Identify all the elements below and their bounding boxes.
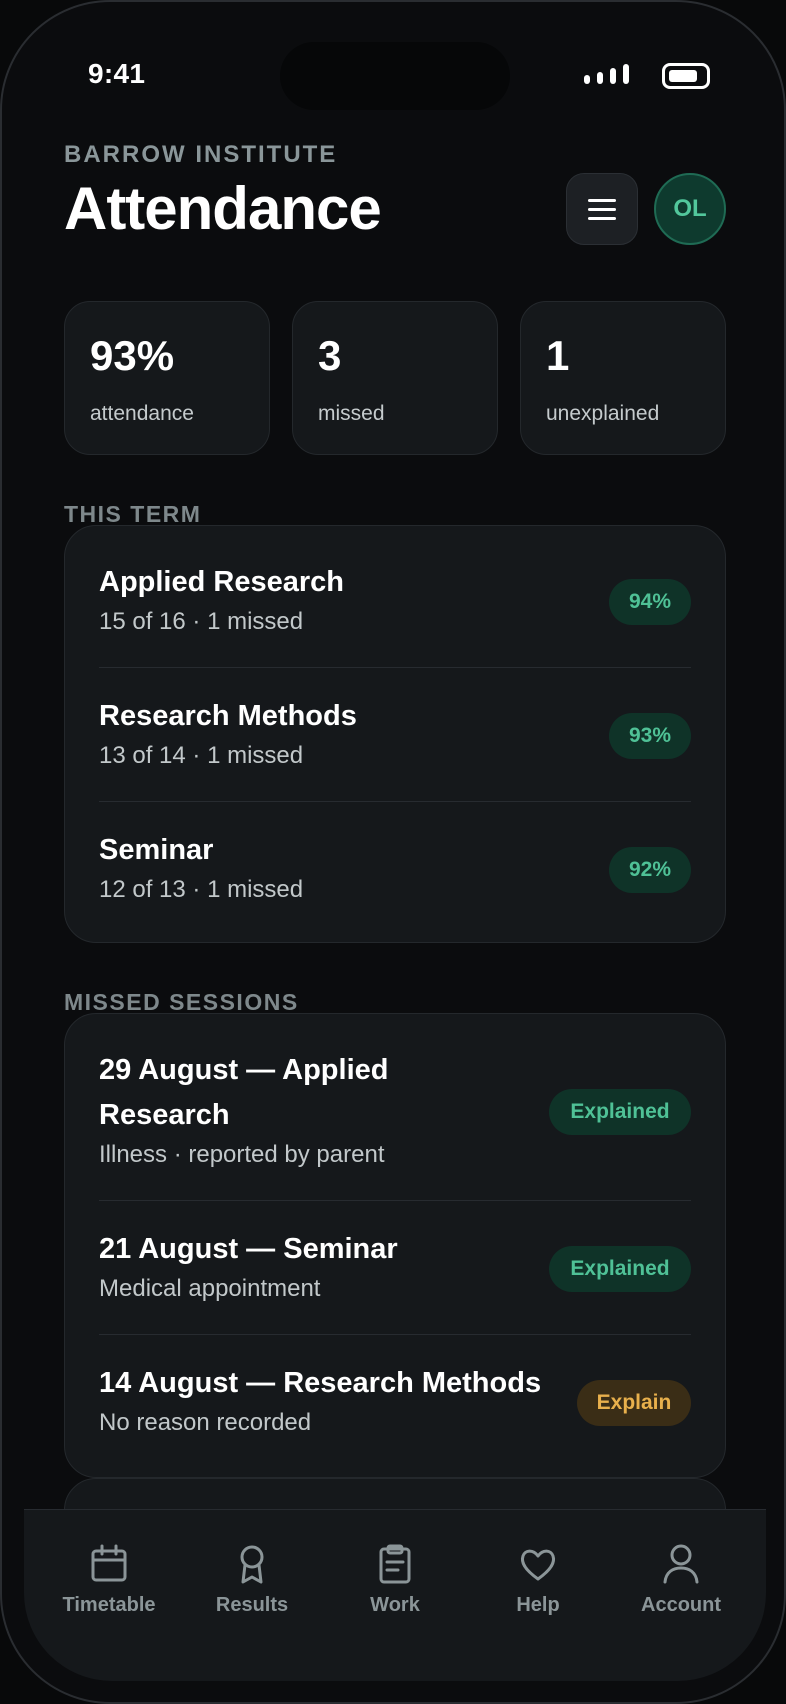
missed-sessions-card: 29 August — Applied Research Illness · r…: [64, 1013, 726, 1478]
stat-label: attendance: [90, 402, 194, 425]
course-name: Research Methods: [99, 700, 357, 732]
explain-button[interactable]: Explain: [577, 1380, 691, 1426]
phone-screen: 9:41 BARROW INSTITUTE Attendance OL 93% …: [0, 0, 786, 1704]
calendar-icon: [91, 1544, 127, 1582]
tab-results[interactable]: Results: [181, 1542, 323, 1617]
heart-icon: [520, 1549, 556, 1581]
missed-row-applied-research[interactable]: 29 August — Applied Research Illness · r…: [99, 1048, 525, 1172]
this-term-card: Applied Research 15 of 16 · 1 missed 94%…: [64, 525, 726, 943]
dynamic-island: [280, 42, 510, 110]
menu-button[interactable]: [566, 173, 638, 245]
tab-label: Account: [641, 1594, 721, 1616]
course-detail: 15 of 16 · 1 missed: [99, 608, 304, 635]
section-label-this-term: THIS TERM: [64, 501, 202, 527]
course-name: Applied Research: [99, 566, 344, 598]
tab-label: Work: [370, 1594, 420, 1616]
page-title: Attendance: [64, 175, 382, 242]
course-name: Seminar: [99, 834, 214, 866]
stat-card-unexplained: 1 unexplained: [520, 301, 726, 455]
status-time: 9:41: [88, 58, 146, 89]
status-badge-explained: Explained: [549, 1089, 691, 1135]
tab-timetable[interactable]: Timetable: [38, 1542, 180, 1617]
stat-value: 3: [318, 332, 342, 379]
course-row-research-methods[interactable]: Research Methods 13 of 14 · 1 missed: [99, 694, 691, 773]
tab-work[interactable]: Work: [324, 1542, 466, 1617]
stat-card-attendance: 93% attendance: [64, 301, 270, 455]
tab-account[interactable]: Account: [610, 1542, 752, 1617]
attendance-badge: 94%: [609, 579, 691, 625]
award-icon: [240, 1545, 264, 1584]
divider: [99, 801, 691, 802]
divider: [99, 1334, 691, 1335]
course-detail: 12 of 13 · 1 missed: [99, 876, 304, 903]
course-detail: 13 of 14 · 1 missed: [99, 742, 304, 769]
user-icon: [663, 1544, 699, 1584]
tab-bar: Timetable Results Work Help Account: [24, 1509, 766, 1681]
tab-label: Help: [516, 1594, 560, 1616]
stat-card-missed: 3 missed: [292, 301, 498, 455]
divider: [99, 667, 691, 668]
tab-label: Timetable: [62, 1594, 156, 1616]
session-reason: Illness · reported by parent: [99, 1141, 385, 1168]
tab-label: Results: [215, 1594, 289, 1616]
status-badge-explained: Explained: [549, 1246, 691, 1292]
section-label-missed-sessions: MISSED SESSIONS: [64, 989, 299, 1015]
avatar[interactable]: OL: [654, 173, 726, 245]
battery-icon: [662, 63, 710, 89]
course-row-seminar[interactable]: Seminar 12 of 13 · 1 missed: [99, 828, 691, 907]
stat-value: 1: [546, 332, 570, 379]
menu-icon: [588, 198, 616, 202]
attendance-badge: 93%: [609, 713, 691, 759]
course-row-applied-research[interactable]: Applied Research 15 of 16 · 1 missed: [99, 560, 691, 639]
signal-icon: [584, 64, 629, 84]
clipboard-icon: [379, 1544, 411, 1584]
stat-label: unexplained: [546, 402, 660, 425]
institution-name: BARROW INSTITUTE: [64, 141, 338, 168]
divider: [99, 1200, 691, 1201]
tab-help[interactable]: Help: [467, 1542, 609, 1617]
attendance-badge: 92%: [609, 847, 691, 893]
stat-label: missed: [318, 402, 385, 425]
session-title: 29 August — Applied Research: [99, 1054, 389, 1131]
stat-value: 93%: [90, 332, 175, 379]
